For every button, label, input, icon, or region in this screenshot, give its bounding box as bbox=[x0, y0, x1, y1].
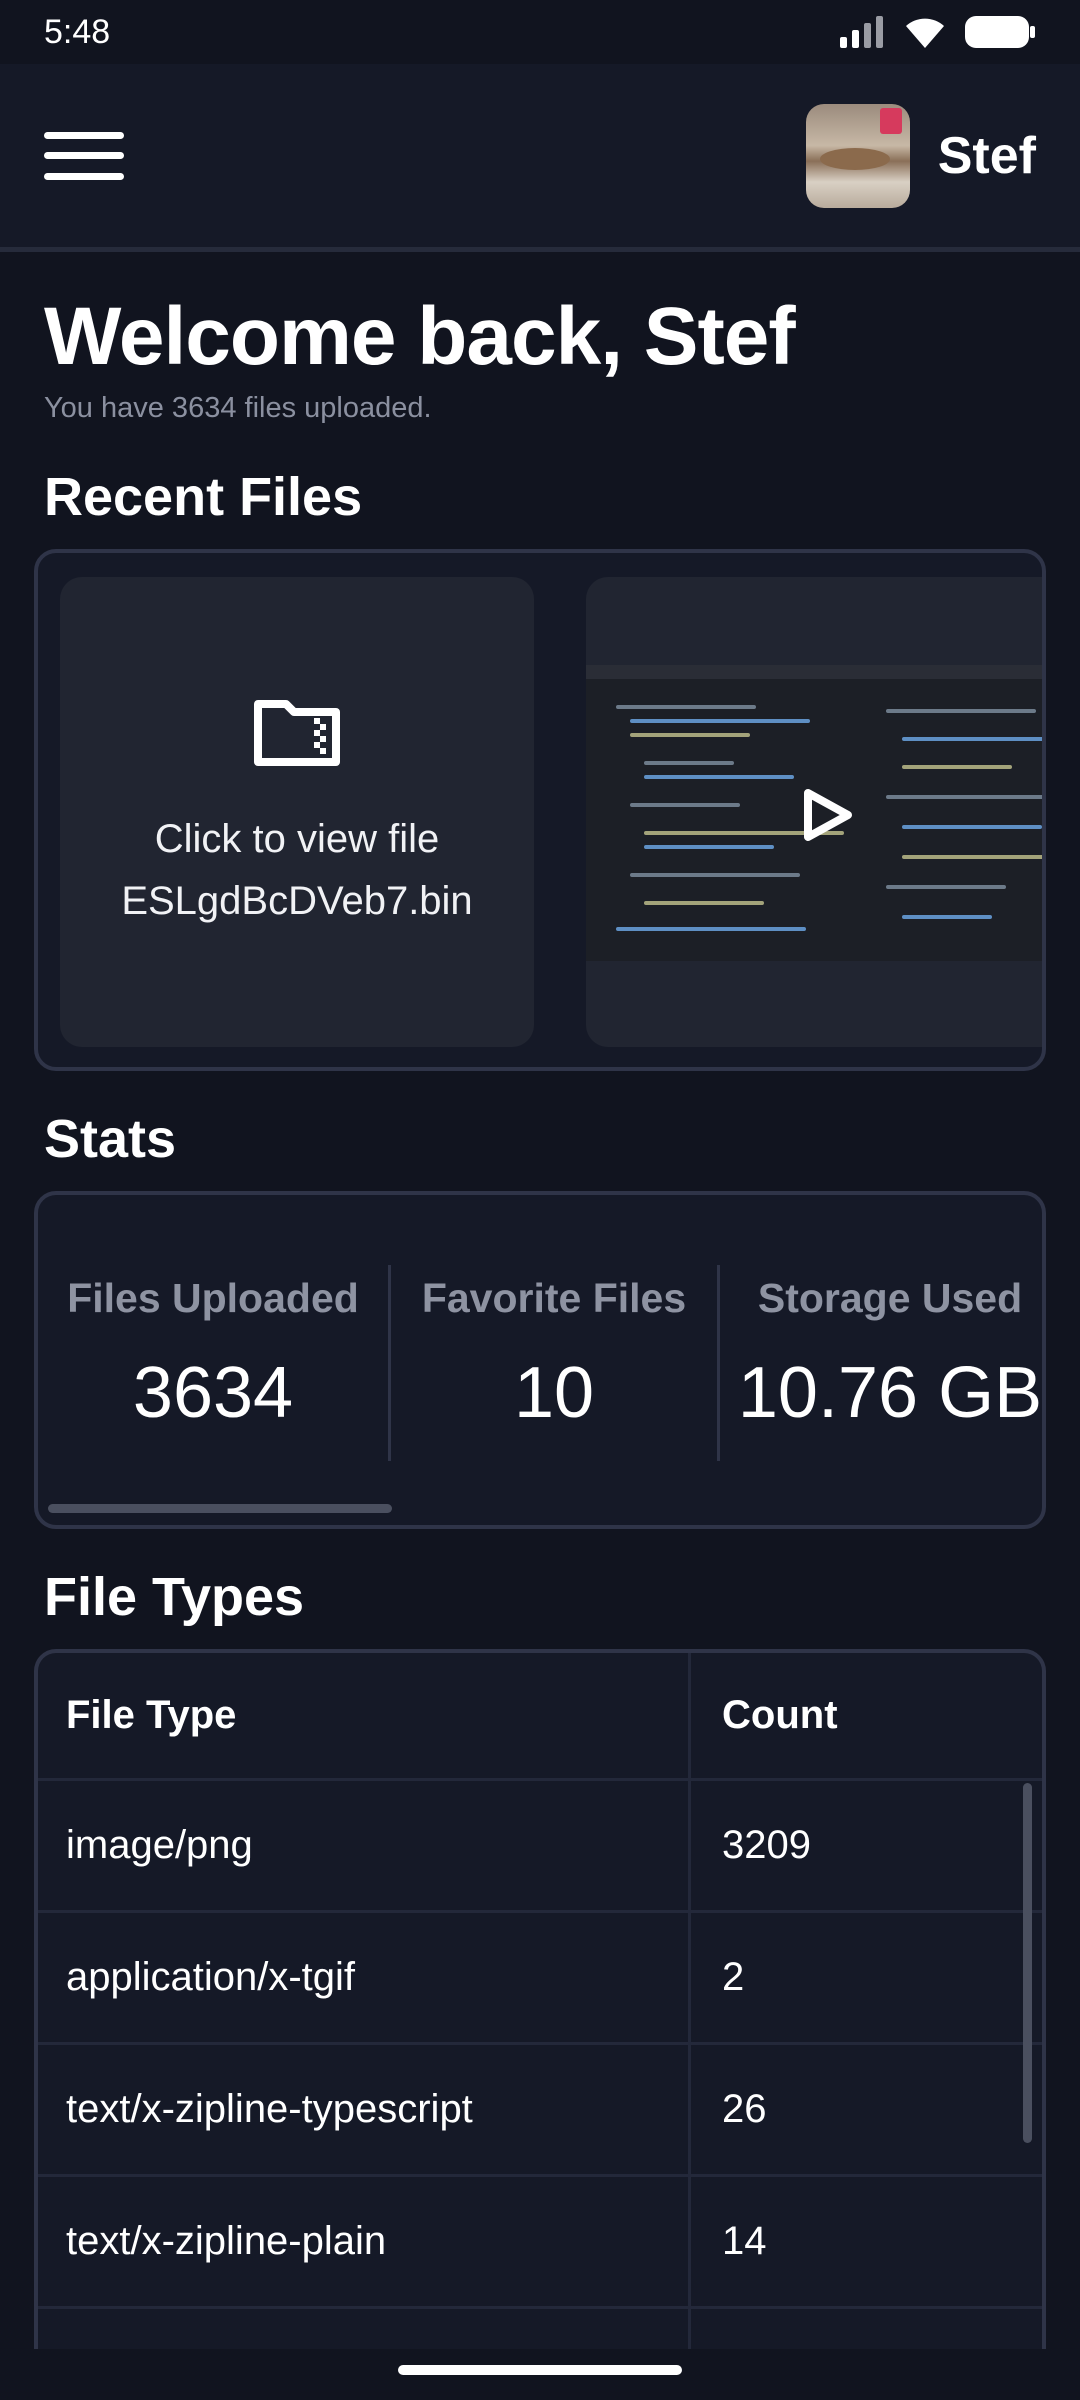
cell-file-type: text/x-zipline-typescript bbox=[66, 2087, 473, 2131]
play-icon[interactable] bbox=[800, 787, 854, 843]
avatar[interactable] bbox=[805, 103, 910, 208]
stat-files-uploaded: Files Uploaded 3634 bbox=[38, 1275, 388, 1455]
cell-file-type: text/x-zipline-plain bbox=[66, 2219, 387, 2263]
folder-zip-icon bbox=[254, 700, 340, 766]
status-icons bbox=[838, 14, 1036, 50]
wifi-icon bbox=[906, 18, 944, 48]
recent-files-title: Recent Files bbox=[44, 467, 363, 527]
cell-count: 14 bbox=[722, 2219, 767, 2263]
stat-value: 10.76 GB bbox=[737, 1353, 1043, 1433]
signal-icon bbox=[840, 16, 883, 48]
stat-favorite-files: Favorite Files 10 bbox=[391, 1275, 717, 1455]
column-header-file-type: File Type bbox=[66, 1693, 237, 1737]
files-count-subtitle: You have 3634 files uploaded. bbox=[44, 392, 432, 424]
cell-count: 2 bbox=[722, 1955, 745, 1999]
stat-storage-used: Storage Used 10.76 GB bbox=[720, 1275, 1043, 1455]
user-menu[interactable]: Stef bbox=[805, 103, 1036, 208]
horizontal-scrollbar[interactable] bbox=[48, 1504, 392, 1513]
app-header: Stef bbox=[0, 64, 1080, 252]
stats-scroller[interactable]: Files Uploaded 3634 Favorite Files 10 St… bbox=[34, 1191, 1046, 1529]
stat-label: Files Uploaded bbox=[67, 1275, 359, 1321]
cell-file-type: image/png bbox=[66, 1823, 253, 1867]
user-name: Stef bbox=[937, 126, 1036, 185]
cell-file-type: application/x-tgif bbox=[66, 1955, 356, 1999]
recent-files-carousel[interactable]: Click to view file ESLgdBcDVeb7.bin bbox=[34, 549, 1046, 1071]
table-row[interactable]: text/x-zipline-typescript 26 bbox=[38, 2045, 1042, 2177]
column-divider bbox=[688, 1653, 691, 2349]
file-types-title: File Types bbox=[44, 1567, 305, 1627]
battery-icon bbox=[965, 16, 1035, 48]
status-bar: 5:48 bbox=[0, 0, 1080, 64]
home-indicator[interactable] bbox=[398, 2365, 682, 2375]
stat-label: Storage Used bbox=[757, 1275, 1023, 1321]
cell-count: 3209 bbox=[722, 1823, 811, 1867]
file-card-hint: Click to view file bbox=[154, 817, 440, 861]
table-row[interactable]: application/x-tgif 2 bbox=[38, 1913, 1042, 2045]
menu-icon[interactable] bbox=[44, 128, 124, 184]
table-header-row: File Type Count bbox=[38, 1653, 1042, 1781]
page-title: Welcome back, Stef bbox=[44, 291, 796, 382]
cell-count: 26 bbox=[722, 2087, 767, 2131]
stats-title: Stats bbox=[44, 1109, 177, 1169]
file-types-table[interactable]: File Type Count image/png 3209 applicati… bbox=[34, 1649, 1046, 2349]
stat-value: 10 bbox=[513, 1353, 595, 1433]
status-time: 5:48 bbox=[44, 12, 111, 51]
column-header-count: Count bbox=[722, 1693, 838, 1737]
vertical-scrollbar[interactable] bbox=[1023, 1783, 1032, 2143]
stat-label: Favorite Files bbox=[421, 1275, 687, 1321]
recent-file-card[interactable]: Click to view file ESLgdBcDVeb7.bin bbox=[60, 577, 534, 1047]
table-row[interactable]: text/x-zipline-plain 14 bbox=[38, 2177, 1042, 2309]
stat-value: 3634 bbox=[132, 1353, 294, 1433]
table-row[interactable]: image/png 3209 bbox=[38, 1781, 1042, 1913]
file-card-name: ESLgdBcDVeb7.bin bbox=[121, 879, 473, 923]
recent-video-card[interactable] bbox=[586, 577, 1042, 1047]
